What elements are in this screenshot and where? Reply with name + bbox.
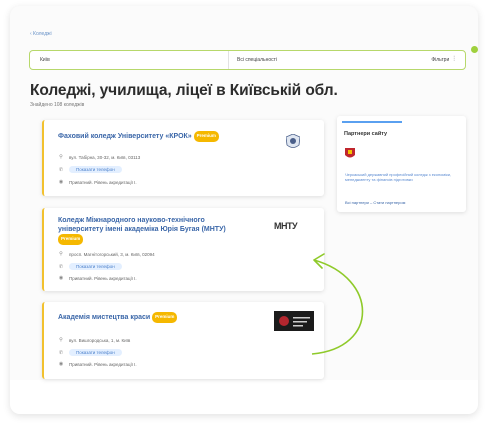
college-card[interactable]: Академія мистецтва краси Premium ⚲ вул. …: [42, 302, 324, 379]
info-icon: ◉: [58, 361, 64, 367]
filter-icon: ⫶: [453, 56, 455, 63]
college-title[interactable]: Коледж Міжнародного науково-технічного у…: [58, 217, 273, 245]
college-card[interactable]: Фаховий коледж Університету «КРОК» Premi…: [42, 120, 324, 196]
info-row: ◉ Приватний. Рівень акредитації I.: [58, 361, 137, 367]
phone-row: ✆ Показати телефон: [58, 263, 122, 270]
phone-icon: ✆: [58, 166, 64, 173]
all-partners-link[interactable]: Всі партнери – Стати партнером: [345, 200, 405, 205]
results-count: Знайдено 108 коледжів: [30, 102, 85, 108]
phone-icon: ✆: [58, 263, 64, 270]
partners-title: Партнери сайту: [344, 131, 388, 137]
search-bar: Київ Всі спеціальності Фільтри ⫶: [29, 50, 466, 70]
location-pin-icon: ⚲: [59, 251, 63, 257]
address-row: ⚲ вул. Табірна, 30-32, м. Київ, 03113: [59, 154, 141, 160]
partner-link[interactable]: Черкаський державний професійний коледж …: [345, 172, 455, 182]
show-phone-button[interactable]: Показати телефон: [69, 349, 122, 356]
info-icon: ◉: [58, 179, 64, 185]
college-card[interactable]: Коледж Міжнародного науково-технічного у…: [42, 208, 324, 291]
info-row: ◉ Приватний. Рівень акредитації I.: [58, 179, 137, 185]
partner-crest-icon[interactable]: [345, 148, 355, 160]
screenshot-stage: ‹ Коледжі Київ Всі спеціальності Фільтри…: [0, 0, 485, 423]
phone-row: ✆ Показати телефон: [58, 166, 122, 173]
notification-dot: [471, 46, 478, 53]
phone-row: ✆ Показати телефон: [58, 349, 122, 356]
page-title: Коледжі, училища, ліцеї в Київській обл.: [30, 82, 338, 99]
breadcrumb[interactable]: ‹ Коледжі: [30, 31, 52, 37]
mntu-logo: МНТУ: [274, 221, 298, 231]
filter-label: Фільтри: [431, 57, 450, 63]
partners-panel: Партнери сайту Черкаський державний проф…: [337, 116, 466, 212]
specialty-select[interactable]: Всі спеціальності: [228, 51, 403, 69]
info-row: ◉ Приватний. Рівень акредитації I.: [58, 275, 137, 281]
premium-badge: Premium: [193, 131, 219, 142]
address-row: ⚲ просп. Магнітогорський, 3, м. Київ, 02…: [59, 251, 155, 257]
college-title[interactable]: Фаховий коледж Університету «КРОК» Premi…: [58, 131, 219, 142]
curved-arrow-icon: [311, 253, 364, 355]
college-crest-logo: [286, 134, 300, 148]
premium-badge: Premium: [152, 312, 178, 323]
phone-icon: ✆: [58, 349, 64, 356]
info-icon: ◉: [58, 275, 64, 281]
address-row: ⚲ вул. Вишгородська, 1, м. Київ: [59, 337, 131, 343]
panel-accent-bar: [342, 121, 402, 123]
location-pin-icon: ⚲: [59, 337, 63, 343]
page-footer-area: [10, 380, 478, 414]
show-phone-button[interactable]: Показати телефон: [69, 263, 122, 270]
location-pin-icon: ⚲: [59, 154, 63, 160]
college-title[interactable]: Академія мистецтва краси Premium: [58, 312, 178, 323]
city-select[interactable]: Київ: [30, 57, 228, 63]
premium-badge: Premium: [58, 234, 84, 245]
filter-button[interactable]: Фільтри ⫶: [403, 56, 465, 64]
show-phone-button[interactable]: Показати телефон: [69, 166, 122, 173]
